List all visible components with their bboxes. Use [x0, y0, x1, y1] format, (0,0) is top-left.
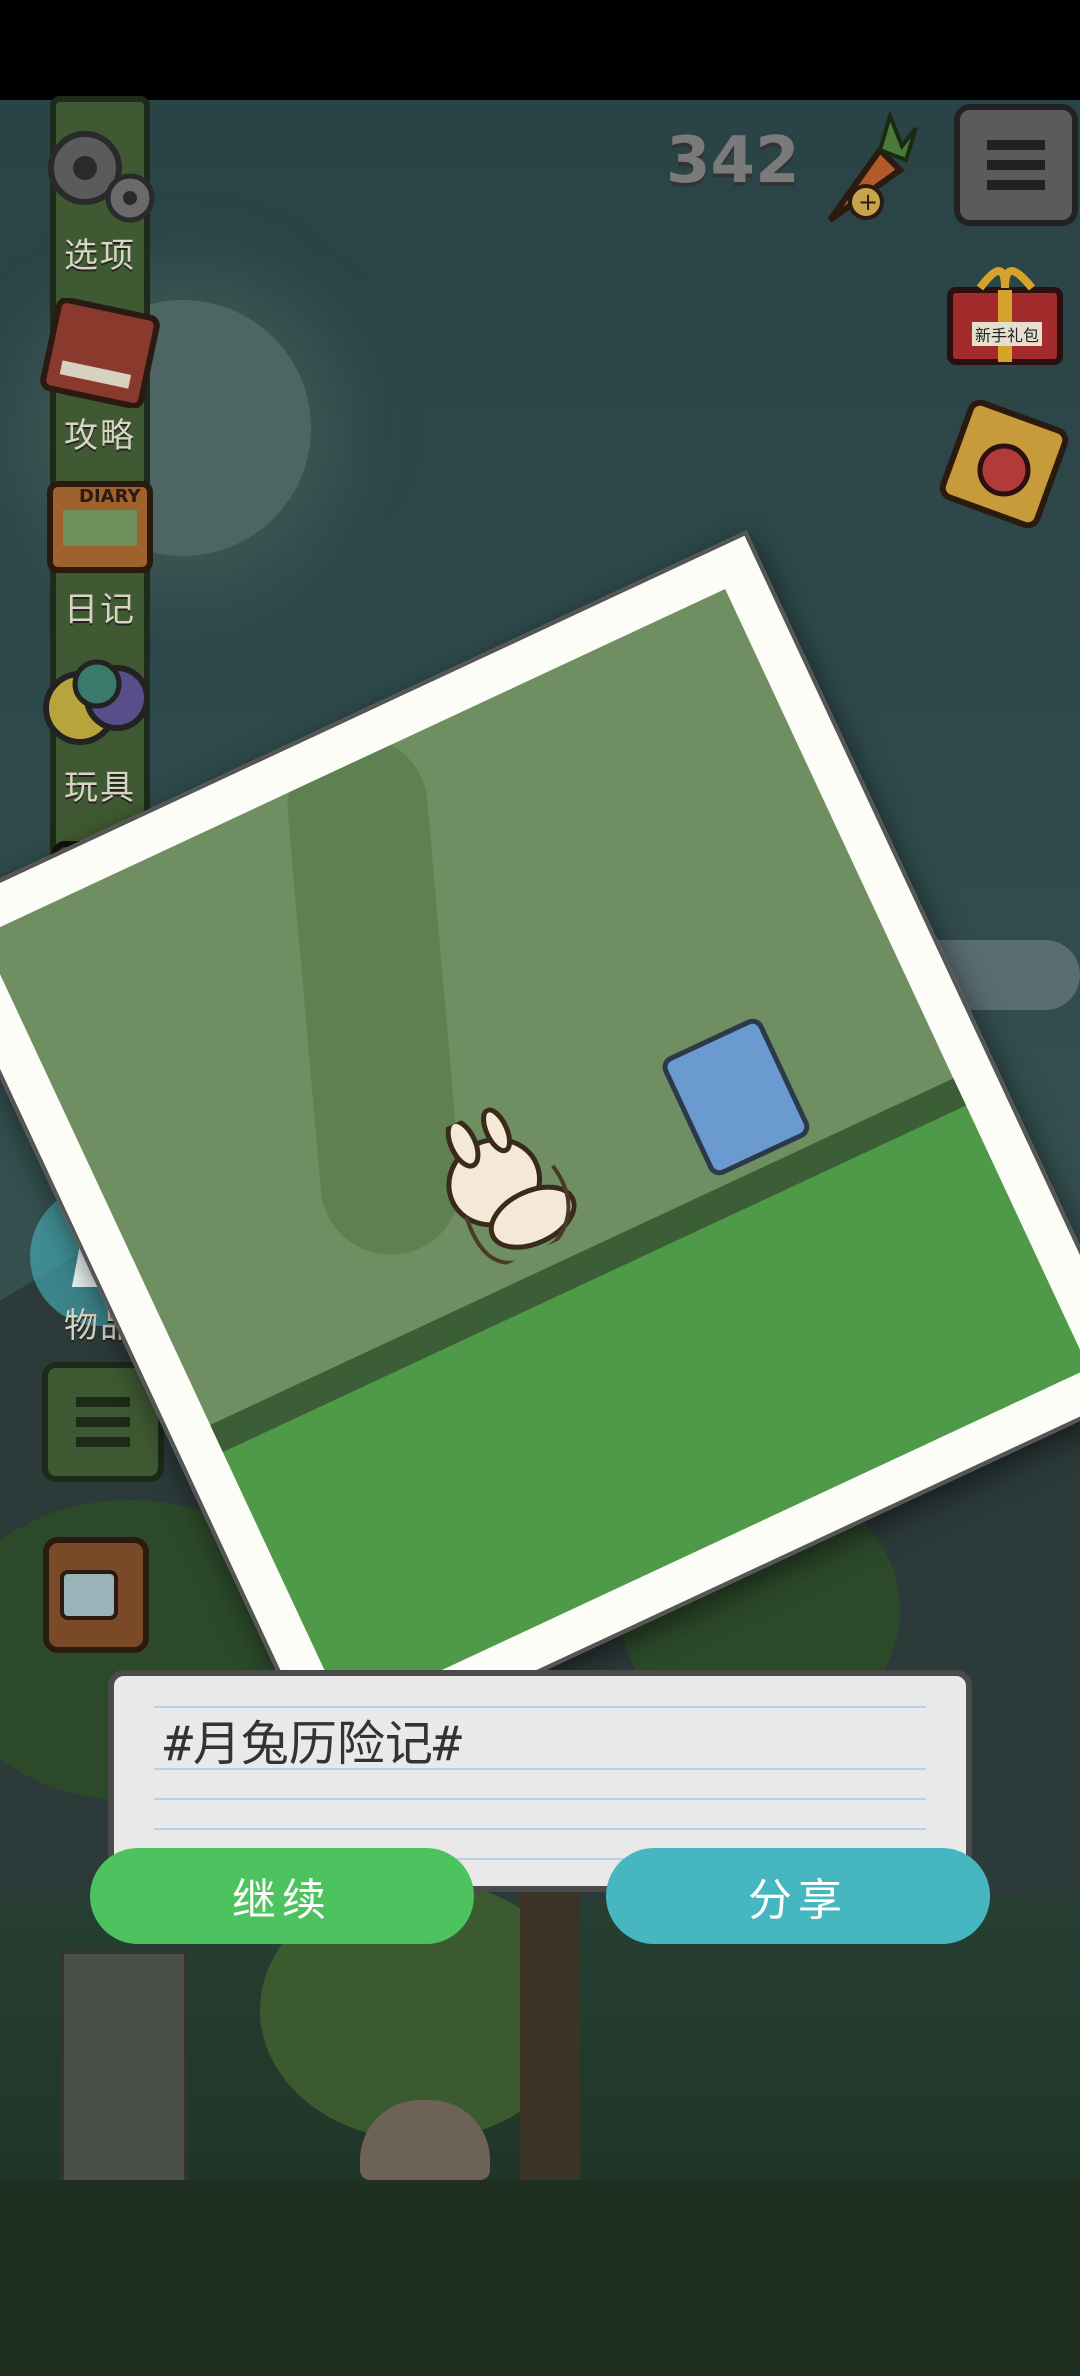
menu-line [987, 180, 1045, 190]
sidebar-item-label: 玩具 [64, 768, 136, 808]
sidebar-item-label: 攻略 [64, 416, 136, 456]
menu-line [76, 1417, 130, 1427]
sidebar-item-toys[interactable]: 玩具 [20, 650, 180, 809]
shop-stall-icon[interactable] [36, 1520, 156, 1660]
status-bar [0, 0, 1080, 100]
sidebar-item-diary[interactable]: DIARY 日记 [20, 472, 180, 631]
menu-line [987, 140, 1045, 150]
share-button[interactable]: 分享 [606, 1848, 990, 1944]
ground [0, 2180, 1080, 2376]
sidebar-item-label: 选项 [64, 236, 136, 276]
sidebar-item-guide[interactable]: 攻略 [20, 298, 180, 457]
event-badge-icon[interactable] [934, 399, 1074, 530]
sidebar-item-options[interactable]: 选项 [20, 118, 180, 277]
continue-button[interactable]: 继续 [90, 1848, 474, 1944]
diary-cover-text: DIARY [79, 486, 141, 507]
top-menu-button[interactable] [954, 104, 1078, 226]
diary-icon: DIARY [35, 472, 165, 582]
carrot-add-icon[interactable]: + [810, 109, 920, 230]
menu-line [76, 1397, 130, 1407]
carrot-count: 342 [666, 124, 800, 198]
notebook-line [154, 1828, 926, 1830]
gear-icon [40, 118, 160, 228]
notebook-line [154, 1798, 926, 1800]
gift-tag-label: 新手礼包 [972, 322, 1043, 346]
caption-text: #月兔历险记# [164, 1716, 462, 1772]
svg-text:+: + [858, 188, 878, 216]
toy-balls-icon [35, 650, 165, 760]
menu-line [76, 1437, 130, 1447]
sidebar-item-label: 日记 [64, 590, 136, 630]
newbie-gift-icon[interactable]: 新手礼包 [940, 250, 1070, 370]
guide-book-icon [35, 298, 165, 408]
menu-line [987, 160, 1045, 170]
